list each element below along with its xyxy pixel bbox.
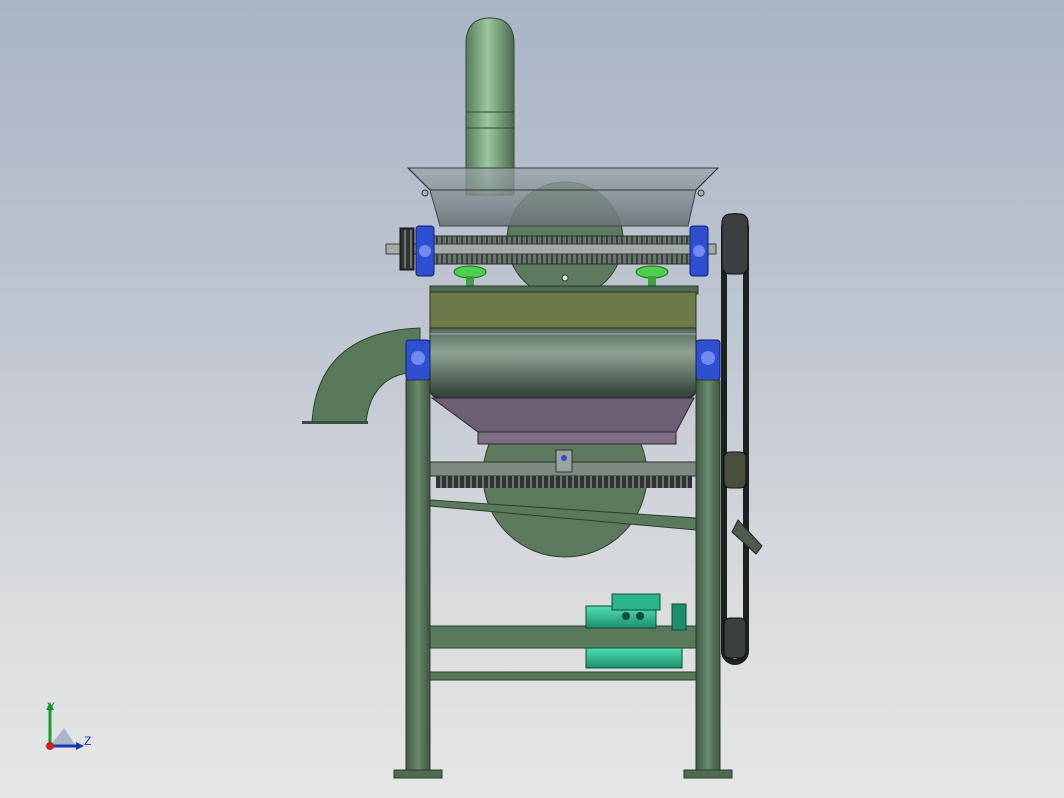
mid-bearing-left[interactable] (405, 339, 431, 381)
adjuster-knob-right[interactable] (635, 265, 669, 286)
discharge-elbow[interactable] (302, 327, 421, 424)
drive-gear[interactable] (399, 227, 415, 271)
drum-housing[interactable] (429, 327, 697, 399)
screen-tray[interactable] (430, 397, 695, 445)
olive-cover-panel[interactable] (429, 291, 697, 329)
cad-viewport[interactable]: Y Z (0, 0, 1064, 798)
upper-bearing-left[interactable] (415, 225, 435, 277)
adjuster-knob-left[interactable] (453, 265, 487, 286)
belt-drive[interactable] (721, 213, 763, 665)
lower-rotor[interactable] (429, 449, 697, 488)
upper-bearing-right[interactable] (689, 225, 709, 277)
mid-bearing-right[interactable] (695, 339, 721, 381)
feed-hopper[interactable] (406, 167, 720, 227)
z-axis-label: Z (84, 734, 92, 748)
threshing-machine-model-icon[interactable] (0, 0, 1064, 798)
y-axis-label: Y (47, 700, 56, 714)
